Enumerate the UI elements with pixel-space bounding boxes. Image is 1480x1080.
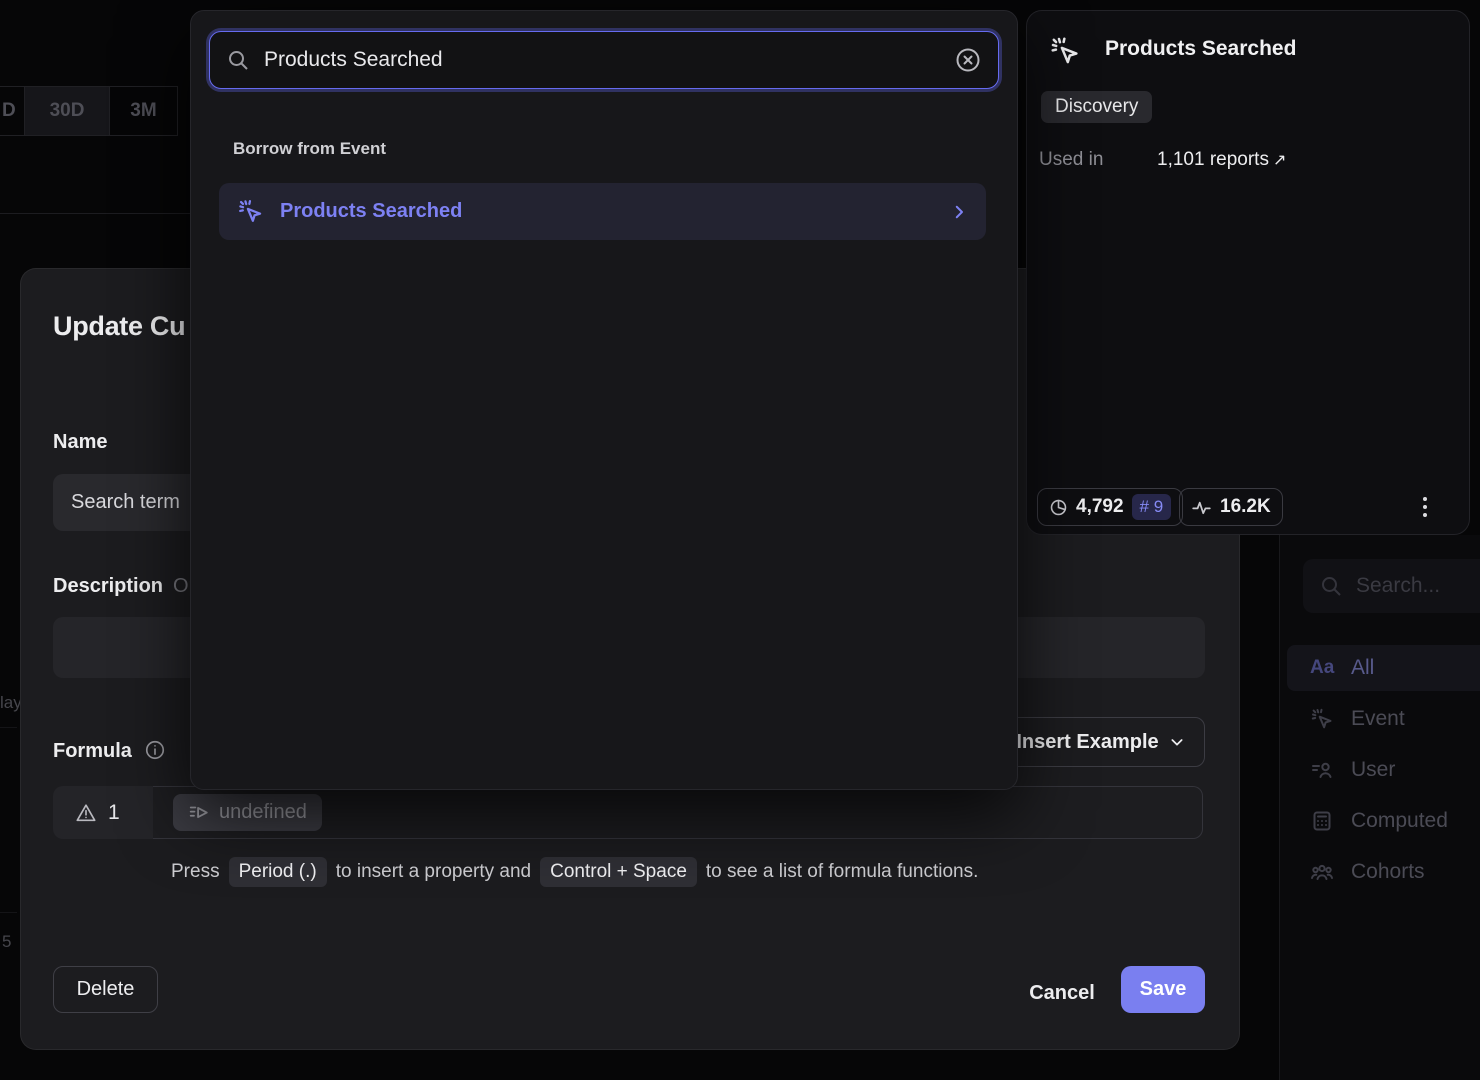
warning-icon [75,802,97,824]
sidebar-item-label: User [1351,758,1395,782]
insert-example-button[interactable]: Insert Example [996,717,1205,767]
event-rank-badge: # 9 [1132,494,1172,520]
borrow-from-event-header: Borrow from Event [233,139,386,159]
event-details-panel: Products Searched Discovery Used in 1,10… [1026,10,1470,535]
activity-icon [1191,497,1212,518]
formula-label: Formula [53,739,166,763]
time-range-partial-label: D [2,100,16,122]
external-link-icon: ↗ [1273,152,1286,169]
save-button[interactable]: Save [1121,966,1205,1013]
background-axis-label: lay [0,693,22,713]
search-dropdown: Borrow from Event Products Searched [190,10,1018,790]
kbd-control-space: Control + Space [540,857,697,887]
description-label-text: Description [53,575,163,597]
time-range-3m-button[interactable]: 3M [110,86,178,136]
background-axis-tick: 5 [2,932,11,952]
used-in-reports-text: 1,101 reports [1157,149,1269,170]
formula-hint: Press Period (.) to insert a property an… [171,857,978,887]
used-in-reports-link[interactable]: 1,101 reports↗ [1157,149,1286,171]
pie-chart-icon [1049,498,1068,517]
background-gridline [0,912,17,913]
delete-button[interactable]: Delete [53,966,158,1013]
event-icon [1049,35,1081,67]
sidebar-search-field[interactable] [1303,559,1480,613]
name-label: Name [53,431,107,454]
cancel-button[interactable]: Cancel [1016,978,1108,1008]
time-range-30d-button[interactable]: 30D [25,86,110,136]
search-result-products-searched[interactable]: Products Searched [219,183,986,240]
time-range-30d-label: 30D [50,100,85,122]
info-icon[interactable] [144,739,166,761]
event-icon [237,198,264,225]
event-volume-pill[interactable]: 16.2K [1179,488,1283,526]
insert-example-label: Insert Example [1016,731,1158,754]
user-icon [1310,758,1334,782]
panel-title: Products Searched [1105,37,1296,61]
chevron-right-icon [950,203,968,221]
sidebar-item-cohorts[interactable]: Cohorts [1287,849,1480,895]
category-badge: Discovery [1041,91,1152,123]
overlay-search-field[interactable] [209,31,999,89]
event-count-pill[interactable]: 4,792 # 9 [1037,488,1183,526]
sidebar-item-label: All [1351,656,1374,680]
modal-title: Update Cu [53,311,185,342]
search-result-label: Products Searched [280,200,462,223]
search-icon [226,48,250,72]
sidebar-item-all[interactable]: Aa All [1287,645,1480,691]
text-type-icon: Aa [1310,657,1334,679]
kbd-period: Period (.) [229,857,327,887]
formula-error-gutter: 1 [53,786,153,839]
hint-text: to insert a property and [336,861,531,883]
sidebar-item-user[interactable]: User [1287,747,1480,793]
formula-chip-label: undefined [219,801,307,824]
sidebar-item-computed[interactable]: Computed [1287,798,1480,844]
property-icon [188,802,210,824]
sidebar-search-input[interactable] [1356,574,1477,598]
error-count: 1 [108,801,120,825]
search-icon [1319,574,1343,598]
sidebar-item-event[interactable]: Event [1287,696,1480,742]
cohorts-icon [1310,860,1334,884]
chevron-down-icon [1169,734,1185,750]
event-count-value: 4,792 [1076,496,1124,518]
overlay-search-input[interactable] [264,48,940,72]
sidebar-item-label: Event [1351,707,1405,731]
event-volume-value: 16.2K [1220,496,1271,518]
used-in-label: Used in [1039,149,1103,171]
sidebar-item-label: Cohorts [1351,860,1425,884]
time-range-3m-label: 3M [130,100,156,122]
calculator-icon [1310,809,1334,833]
kebab-menu-icon[interactable] [1419,493,1431,521]
time-range-partial-button[interactable]: D [0,86,25,136]
background-divider [0,213,190,214]
clear-search-icon[interactable] [954,46,982,74]
formula-input[interactable]: undefined [153,786,1203,839]
sidebar-item-label: Computed [1351,809,1448,833]
app-root: D 30D 3M lay 5 Aa All Event User C [0,0,1480,1080]
formula-label-text: Formula [53,740,132,762]
event-icon [1310,707,1334,731]
formula-property-chip[interactable]: undefined [173,794,322,831]
formula-editor[interactable]: 1 undefined [53,786,1203,839]
hint-text: Press [171,861,220,883]
hint-text: to see a list of formula functions. [706,861,978,883]
background-gridline [0,727,17,728]
